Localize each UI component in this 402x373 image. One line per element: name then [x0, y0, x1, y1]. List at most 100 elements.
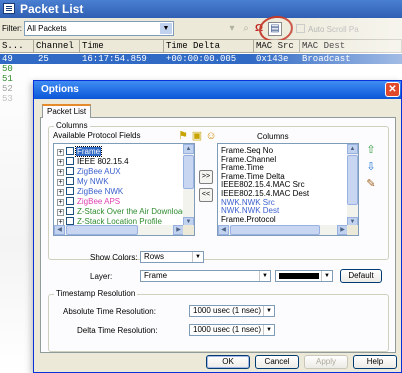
- scroll-up-arrow-icon[interactable]: ▲: [183, 144, 194, 154]
- column-item[interactable]: Frame.Protocol: [221, 215, 276, 224]
- cell-channel: 25: [38, 54, 49, 64]
- scroll-up-arrow-icon[interactable]: ▲: [347, 144, 358, 154]
- expand-icon[interactable]: +: [57, 179, 64, 186]
- expand-icon[interactable]: +: [57, 189, 64, 196]
- available-field-item[interactable]: + IEEE 802.15.4: [57, 157, 130, 167]
- available-field-item[interactable]: + Z-Stack Over the Air Download Pr: [57, 207, 194, 217]
- folder-edit-icon[interactable]: ▣: [191, 130, 203, 142]
- timestamp-group: Timestamp Resolution Absolute Time Resol…: [48, 289, 389, 352]
- columns-group: Columns Available Protocol Fields ⚑ ▣ ☺ …: [48, 121, 389, 260]
- absolute-time-label: Absolute Time Resolution:: [63, 307, 156, 316]
- default-button[interactable]: Default: [340, 269, 382, 283]
- available-field-item[interactable]: + ZigBee APS: [57, 197, 121, 207]
- field-checkbox[interactable]: [66, 177, 74, 185]
- available-field-label: Frame: [74, 146, 103, 157]
- options-dialog: Options ✕ Packet List Columns Available …: [33, 80, 402, 373]
- col-header-time-delta[interactable]: Time Delta: [164, 40, 254, 53]
- field-checkbox[interactable]: [66, 157, 74, 165]
- expand-icon[interactable]: +: [57, 159, 64, 166]
- scroll-thumb[interactable]: [183, 155, 194, 189]
- options-title-bar[interactable]: Options: [34, 81, 401, 99]
- chevron-down-icon[interactable]: ▼: [321, 271, 332, 281]
- scroll-left-arrow-icon[interactable]: ◀: [218, 225, 229, 235]
- col-header-time[interactable]: Time: [80, 40, 164, 53]
- field-checkbox[interactable]: [66, 207, 74, 215]
- available-field-label: ZigBee NWK: [77, 187, 124, 196]
- column-item[interactable]: Frame.Time: [221, 164, 264, 172]
- expand-icon[interactable]: +: [57, 149, 64, 156]
- table-row[interactable]: 49 25 16:17:54.859 +00:00:00.005 0x143e …: [0, 54, 402, 64]
- apply-button[interactable]: Apply: [304, 355, 348, 369]
- available-field-item[interactable]: + ZigBee NWK: [57, 187, 124, 197]
- available-field-label: IEEE 802.15.4: [77, 157, 129, 166]
- available-field-item[interactable]: + My NWK: [57, 177, 110, 187]
- auto-scroll-checkbox[interactable]: Auto Scroll Pa: [296, 24, 359, 34]
- available-fields-hscroll[interactable]: ◀ ▶: [54, 225, 184, 235]
- column-item[interactable]: IEEE802.15.4.MAC Dest: [221, 190, 309, 198]
- tab-packet-list[interactable]: Packet List: [42, 104, 92, 118]
- packet-list-title-bar: Packet List: [0, 0, 402, 18]
- field-checkbox[interactable]: [66, 217, 74, 225]
- layer-select[interactable]: Frame ▼: [140, 270, 271, 282]
- field-checkbox[interactable]: [66, 187, 74, 195]
- ok-button[interactable]: OK: [206, 355, 250, 369]
- cell-mac-src: 0x143e: [256, 54, 289, 64]
- help-button[interactable]: Help: [353, 355, 397, 369]
- cancel-button[interactable]: Cancel: [255, 355, 299, 369]
- cell-seq: 51: [2, 74, 13, 84]
- expand-icon[interactable]: +: [57, 199, 64, 206]
- col-header-seq[interactable]: S...: [0, 40, 34, 53]
- available-field-item[interactable]: + Frame: [57, 146, 103, 157]
- chevron-down-icon[interactable]: ▼: [263, 325, 274, 335]
- show-colors-label: Show Colors:: [90, 253, 138, 262]
- cell-time: 16:17:54.859: [82, 54, 147, 64]
- scroll-thumb[interactable]: [347, 155, 358, 205]
- scroll-left-arrow-icon[interactable]: ◀: [54, 225, 65, 235]
- close-icon[interactable]: ✕: [385, 82, 400, 97]
- smiley-icon[interactable]: ☺: [205, 130, 217, 142]
- field-checkbox[interactable]: [66, 197, 74, 205]
- field-checkbox[interactable]: [66, 167, 74, 175]
- packet-list-title: Packet List: [20, 2, 84, 16]
- delta-time-select[interactable]: 1000 usec (1 nsec) ▼: [189, 324, 275, 336]
- columns-hscroll[interactable]: ◀ ▶: [218, 225, 348, 235]
- hscroll-thumb[interactable]: [66, 225, 138, 235]
- cell-delta: +00:00:00.005: [166, 54, 237, 64]
- available-field-label: ZigBee APS: [77, 197, 121, 206]
- remove-column-button[interactable]: <<: [199, 188, 213, 202]
- pencil-edit-icon[interactable]: ✎: [365, 178, 377, 190]
- absolute-time-value: 1000 usec (1 nsec): [193, 306, 262, 315]
- available-field-label: My NWK: [77, 177, 109, 186]
- columns-vscroll[interactable]: ▲ ▼: [347, 144, 358, 227]
- hscroll-thumb[interactable]: [230, 225, 320, 235]
- layer-label: Layer:: [90, 272, 113, 281]
- available-fields-list[interactable]: + Frame + IEEE 802.15.4 + ZigBee AUX + My NWK + Z…: [53, 143, 195, 236]
- move-up-arrow-icon[interactable]: ⇧: [365, 144, 377, 156]
- absolute-time-select[interactable]: 1000 usec (1 nsec) ▼: [189, 305, 275, 317]
- table-row[interactable]: 50: [0, 64, 402, 74]
- filter-select[interactable]: All Packets: [24, 21, 174, 36]
- folder-add-icon[interactable]: ⚑: [177, 130, 189, 142]
- column-item[interactable]: Frame.Seq No: [221, 147, 273, 155]
- chevron-down-icon[interactable]: ▼: [263, 306, 274, 316]
- show-colors-select[interactable]: Rows ▼: [140, 251, 204, 263]
- col-header-mac-dest[interactable]: MAC Dest: [300, 40, 402, 53]
- move-down-arrow-icon[interactable]: ⇩: [365, 161, 377, 173]
- cell-seq: 49: [2, 54, 13, 64]
- timestamp-group-title: Timestamp Resolution: [54, 289, 138, 299]
- field-checkbox[interactable]: [66, 147, 74, 155]
- available-fields-vscroll[interactable]: ▲ ▼: [183, 144, 194, 227]
- add-column-button[interactable]: >>: [199, 170, 213, 184]
- available-field-item[interactable]: + ZigBee AUX: [57, 167, 122, 177]
- chevron-down-icon[interactable]: ▼: [259, 271, 270, 281]
- chevron-down-icon[interactable]: ▼: [192, 252, 203, 262]
- column-item[interactable]: NWK.NWK Dest: [221, 207, 279, 215]
- col-header-mac-src[interactable]: MAC Src: [254, 40, 300, 53]
- expand-icon[interactable]: +: [57, 209, 64, 216]
- cell-seq: 53: [2, 94, 13, 104]
- col-header-channel[interactable]: Channel: [34, 40, 80, 53]
- columns-list[interactable]: Frame.Seq No Frame.Channel Frame.Time Frame…: [217, 143, 359, 236]
- expand-icon[interactable]: +: [57, 169, 64, 176]
- cell-mac-dest: Broadcast: [302, 54, 351, 64]
- layer-color-select[interactable]: ▼: [275, 270, 333, 282]
